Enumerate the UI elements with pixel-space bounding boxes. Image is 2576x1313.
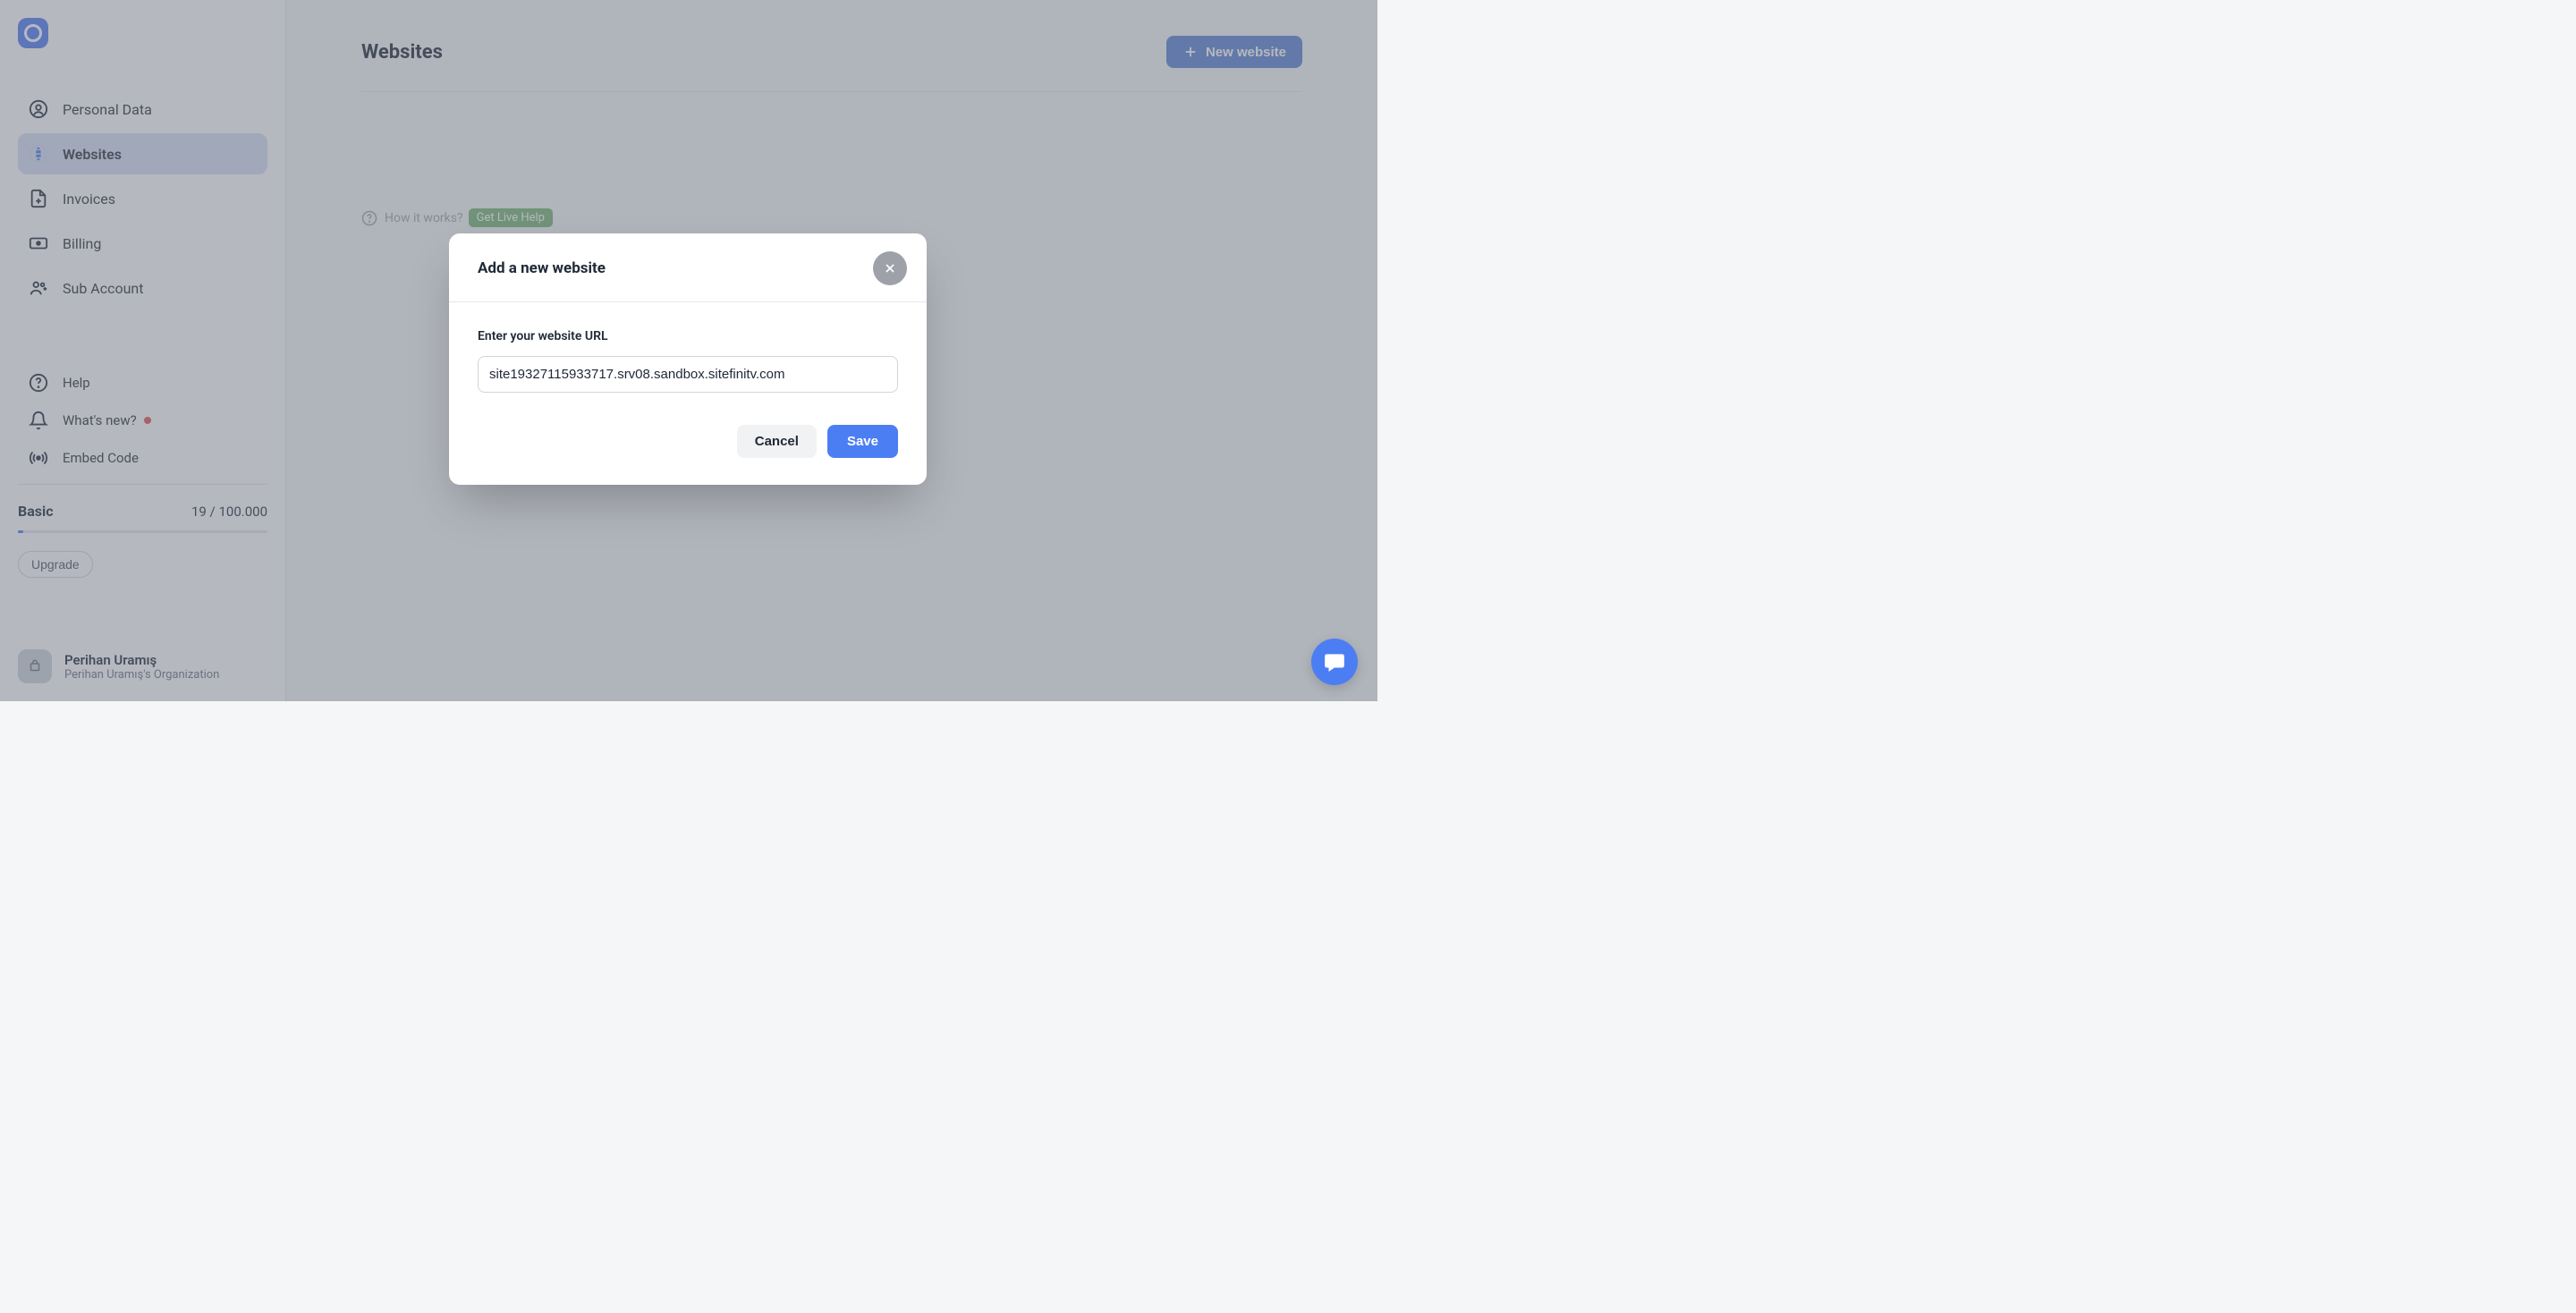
save-button[interactable]: Save: [827, 425, 898, 458]
close-button[interactable]: [873, 251, 907, 285]
modal-header: Add a new website: [449, 233, 927, 302]
url-input-label: Enter your website URL: [478, 329, 898, 343]
add-website-modal: Add a new website Enter your website URL…: [449, 233, 927, 485]
chat-icon: [1323, 650, 1346, 673]
modal-footer: Cancel Save: [449, 411, 927, 485]
modal-body: Enter your website URL: [449, 302, 927, 411]
close-icon: [883, 261, 897, 275]
website-url-input[interactable]: [478, 356, 898, 393]
cancel-button[interactable]: Cancel: [737, 425, 817, 458]
modal-title: Add a new website: [478, 259, 606, 277]
chat-widget-button[interactable]: [1311, 639, 1358, 685]
